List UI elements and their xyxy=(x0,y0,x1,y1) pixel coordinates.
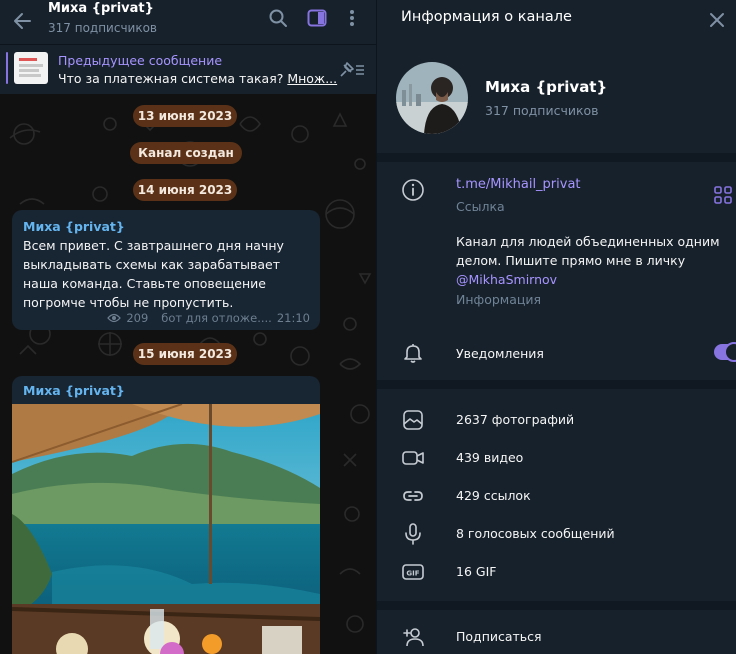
pin-list-icon[interactable] xyxy=(338,61,366,79)
link-icon xyxy=(403,491,423,501)
pinned-message[interactable]: Предыдущее сообщение Что за платежная си… xyxy=(0,44,376,94)
message-author[interactable]: Миха {privat} xyxy=(23,383,125,398)
message-author[interactable]: Миха {privat} xyxy=(23,219,125,234)
pinned-preview: Что за платежная система такая? xyxy=(58,71,284,86)
panel-title: Информация о канале xyxy=(401,9,572,25)
channel-name: Миха {privat} xyxy=(485,78,608,96)
more-vertical-icon[interactable] xyxy=(342,8,362,28)
pinned-indicator xyxy=(6,52,8,84)
media-gifs[interactable]: 16 GIF xyxy=(456,564,496,579)
back-arrow-icon[interactable] xyxy=(10,8,36,34)
service-message: Канал создан xyxy=(130,142,242,164)
subscribe-button[interactable]: Подписаться xyxy=(456,629,542,644)
message-bubble[interactable]: Миха {privat} Всем привет. С завтрашнего… xyxy=(12,210,320,330)
notifications-toggle[interactable] xyxy=(714,342,736,362)
photo-icon xyxy=(403,410,423,430)
close-icon[interactable] xyxy=(707,10,727,30)
section-divider xyxy=(377,380,736,389)
description-caption: Информация xyxy=(456,292,542,307)
channel-link-caption: Ссылка xyxy=(456,199,505,214)
notifications-label: Уведомления xyxy=(456,346,544,361)
channel-link[interactable]: t.me/Mikhail_privat xyxy=(456,177,581,192)
chat-subscribers: 317 подписчиков xyxy=(48,21,157,35)
pinned-title: Предыдущее сообщение xyxy=(58,53,223,68)
message-bubble[interactable]: Миха {privat} xyxy=(12,376,320,654)
message-views: 209 xyxy=(126,311,149,325)
chat-column: Миха {privat} 317 подписчиков Предыдущее… xyxy=(0,0,376,654)
views-icon xyxy=(107,313,122,323)
message-text: Всем привет. С завтрашнего дня начну вык… xyxy=(23,238,284,310)
video-icon xyxy=(402,451,424,465)
media-videos[interactable]: 439 видео xyxy=(456,450,523,465)
chat-title[interactable]: Миха {privat} xyxy=(48,1,154,16)
channel-description: Канал для людей объединенных одним делом… xyxy=(456,232,726,289)
avatar-image xyxy=(396,62,468,134)
message-signature: бот для отложе.... xyxy=(161,311,272,325)
section-divider xyxy=(377,601,736,610)
media-voice[interactable]: 8 голосовых сообщений xyxy=(456,526,615,541)
message-meta: 209 бот для отложе.... 21:10 xyxy=(107,311,310,325)
pinned-thumbnail xyxy=(14,52,48,84)
section-divider xyxy=(377,153,736,162)
qr-code-icon[interactable] xyxy=(714,186,732,204)
description-mention[interactable]: @MikhaSmirnov xyxy=(456,272,557,287)
media-photos[interactable]: 2637 фотографий xyxy=(456,412,574,427)
message-photo[interactable] xyxy=(12,404,320,654)
pinned-more-link[interactable]: Множ... xyxy=(287,71,337,86)
date-separator: 15 июня 2023 xyxy=(133,343,237,365)
toggle-knob xyxy=(724,342,736,362)
message-time: 21:10 xyxy=(276,311,310,325)
search-icon[interactable] xyxy=(268,8,288,28)
microphone-icon xyxy=(405,523,421,545)
gif-icon: GIF xyxy=(402,564,424,580)
chat-header: Миха {privat} 317 подписчиков xyxy=(0,0,376,44)
channel-info-panel: Информация о канале Миха {privat} 317 по… xyxy=(376,0,736,654)
pinned-text: Что за платежная система такая? Множ... xyxy=(58,71,337,86)
media-links[interactable]: 429 ссылок xyxy=(456,488,531,503)
date-separator: 14 июня 2023 xyxy=(133,179,237,201)
bell-icon xyxy=(404,344,422,363)
chat-background: 13 июня 2023 Канал создан 14 июня 2023 М… xyxy=(0,94,376,654)
svg-text:GIF: GIF xyxy=(406,570,419,578)
channel-subscribers: 317 подписчиков xyxy=(485,103,599,118)
channel-avatar[interactable] xyxy=(396,62,468,134)
add-user-icon xyxy=(403,628,424,647)
description-text: Канал для людей объединенных одним делом… xyxy=(456,234,720,268)
info-icon xyxy=(402,179,424,201)
side-panel-icon[interactable] xyxy=(307,8,327,28)
date-separator: 13 июня 2023 xyxy=(133,105,237,127)
sea-photo-image xyxy=(12,404,320,654)
